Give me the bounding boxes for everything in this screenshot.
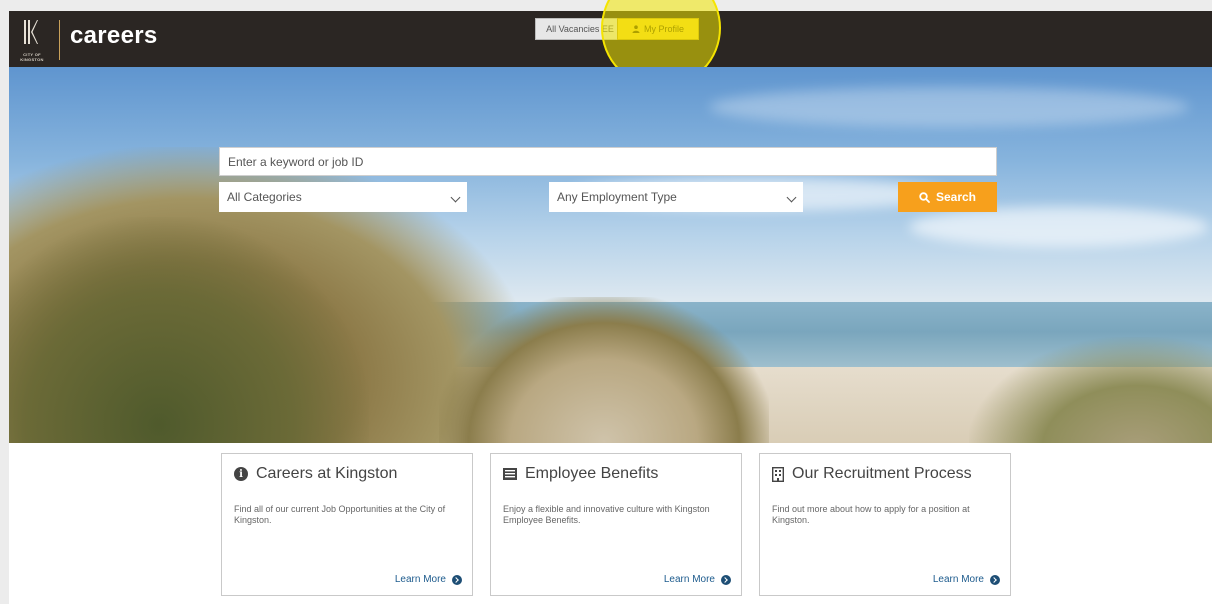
benefits-list-icon (503, 468, 517, 480)
kingston-logo[interactable]: CITY OF KINGSTON (18, 18, 46, 62)
search-icon (919, 191, 930, 203)
card-title-text: Our Recruitment Process (792, 465, 972, 482)
arrow-circle-right-icon (721, 574, 731, 585)
cloud-shape (909, 207, 1209, 247)
card-description: Enjoy a flexible and innovative culture … (503, 504, 710, 525)
card-title: i Careers at Kingston (234, 465, 397, 483)
card-description: Find out more about how to apply for a p… (772, 504, 970, 525)
learn-more-link[interactable]: Learn More (664, 574, 731, 585)
card-title-text: Careers at Kingston (256, 465, 398, 482)
logo-divider (59, 20, 60, 60)
chevron-down-icon (450, 192, 461, 203)
site-header: CITY OF KINGSTON careers All Vacancies E… (9, 11, 1212, 67)
card-title: Our Recruitment Process (772, 465, 972, 483)
category-select-value: All Categories (227, 190, 302, 204)
employment-type-select[interactable]: Any Employment Type (549, 182, 803, 212)
screen-left-gutter (0, 0, 9, 604)
kingston-logo-mark-icon (24, 20, 38, 44)
learn-more-label: Learn More (932, 574, 984, 585)
card-description: Find all of our current Job Opportunitie… (234, 504, 446, 525)
all-vacancies-label: All Vacancies EE (546, 24, 614, 34)
hero-dune (439, 297, 769, 443)
employment-type-select-value: Any Employment Type (557, 190, 677, 204)
chevron-down-icon (786, 192, 797, 203)
learn-more-link[interactable]: Learn More (395, 574, 462, 585)
keyword-search-input[interactable] (219, 147, 997, 176)
learn-more-label: Learn More (663, 574, 715, 585)
user-icon (632, 25, 640, 33)
cloud-shape (709, 87, 1189, 127)
screen-top-gutter (0, 0, 1212, 11)
logo-wordmark: CITY OF KINGSTON (20, 52, 44, 62)
hero-dune (9, 217, 369, 443)
learn-more-link[interactable]: Learn More (933, 574, 1000, 585)
card-our-recruitment-process: Our Recruitment Process Find out more ab… (759, 453, 1011, 596)
card-careers-at-kingston: i Careers at Kingston Find all of our cu… (221, 453, 473, 596)
hero-dune (969, 337, 1212, 443)
arrow-circle-right-icon (452, 574, 462, 585)
all-vacancies-button[interactable]: All Vacancies EE (535, 18, 625, 40)
building-icon (772, 466, 784, 482)
info-circle-icon: i (234, 467, 248, 481)
my-profile-button[interactable]: My Profile (617, 18, 699, 40)
card-title-text: Employee Benefits (525, 465, 659, 482)
search-button-label: Search (935, 190, 977, 204)
search-button[interactable]: Search (898, 182, 997, 212)
arrow-circle-right-icon (990, 574, 1000, 585)
learn-more-label: Learn More (394, 574, 446, 585)
my-profile-label: My Profile (643, 24, 684, 34)
site-title[interactable]: careers (70, 22, 158, 50)
card-employee-benefits: Employee Benefits Enjoy a flexible and i… (490, 453, 742, 596)
category-select[interactable]: All Categories (219, 182, 467, 212)
card-title: Employee Benefits (503, 465, 658, 483)
hero-banner (9, 67, 1212, 443)
